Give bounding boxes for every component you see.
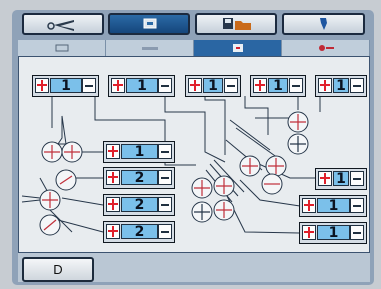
decrease-button[interactable] xyxy=(158,170,172,185)
decrease-button[interactable] xyxy=(158,224,172,239)
increase-button[interactable] xyxy=(35,78,49,93)
decrease-button[interactable] xyxy=(158,144,172,159)
tension-value: 1 xyxy=(333,171,349,186)
increase-button[interactable] xyxy=(106,197,120,212)
tension-value: 1 xyxy=(203,78,223,93)
right-tension-3: 1 xyxy=(299,222,367,244)
top-tension-4: 1 xyxy=(250,75,306,97)
tension-value: 1 xyxy=(333,78,349,93)
decrease-button[interactable] xyxy=(158,78,172,93)
tension-value: 1 xyxy=(126,78,158,93)
decrease-button[interactable] xyxy=(350,225,364,240)
right-tension-1: 1 xyxy=(315,168,367,190)
decrease-button[interactable] xyxy=(224,78,238,93)
left-tension-2: 2 xyxy=(103,167,175,189)
tension-value: 1 xyxy=(317,225,350,240)
tension-value: 2 xyxy=(121,224,158,239)
tension-value: 1 xyxy=(50,78,82,93)
increase-button[interactable] xyxy=(188,78,202,93)
decrease-button[interactable] xyxy=(350,78,364,93)
increase-button[interactable] xyxy=(302,225,316,240)
top-tension-2: 1 xyxy=(108,75,175,97)
left-tension-4: 2 xyxy=(103,221,175,243)
tension-value: 1 xyxy=(121,144,158,159)
increase-button[interactable] xyxy=(106,144,120,159)
left-tension-3: 2 xyxy=(103,194,175,216)
tension-value: 2 xyxy=(121,170,158,185)
increase-button[interactable] xyxy=(253,78,267,93)
decrease-button[interactable] xyxy=(82,78,96,93)
right-tension-2: 1 xyxy=(299,195,367,217)
tension-value: 1 xyxy=(268,78,288,93)
top-tension-3: 1 xyxy=(185,75,241,97)
decrease-button[interactable] xyxy=(350,171,364,186)
increase-button[interactable] xyxy=(318,78,332,93)
decrease-button[interactable] xyxy=(350,198,364,213)
tension-value: 1 xyxy=(317,198,350,213)
increase-button[interactable] xyxy=(318,171,332,186)
increase-button[interactable] xyxy=(106,170,120,185)
left-tension-1: 1 xyxy=(103,141,175,163)
thread-path-diagram xyxy=(21,96,321,236)
tension-value: 2 xyxy=(121,197,158,212)
increase-button[interactable] xyxy=(106,224,120,239)
decrease-button[interactable] xyxy=(158,197,172,212)
top-tension-1: 1 xyxy=(32,75,99,97)
increase-button[interactable] xyxy=(111,78,125,93)
increase-button[interactable] xyxy=(302,198,316,213)
decrease-button[interactable] xyxy=(289,78,303,93)
top-tension-5: 1 xyxy=(315,75,367,97)
mode-d-button[interactable]: D xyxy=(22,257,94,282)
screen: 1 1 1 1 1 1 2 2 2 1 1 1 D xyxy=(0,0,381,289)
